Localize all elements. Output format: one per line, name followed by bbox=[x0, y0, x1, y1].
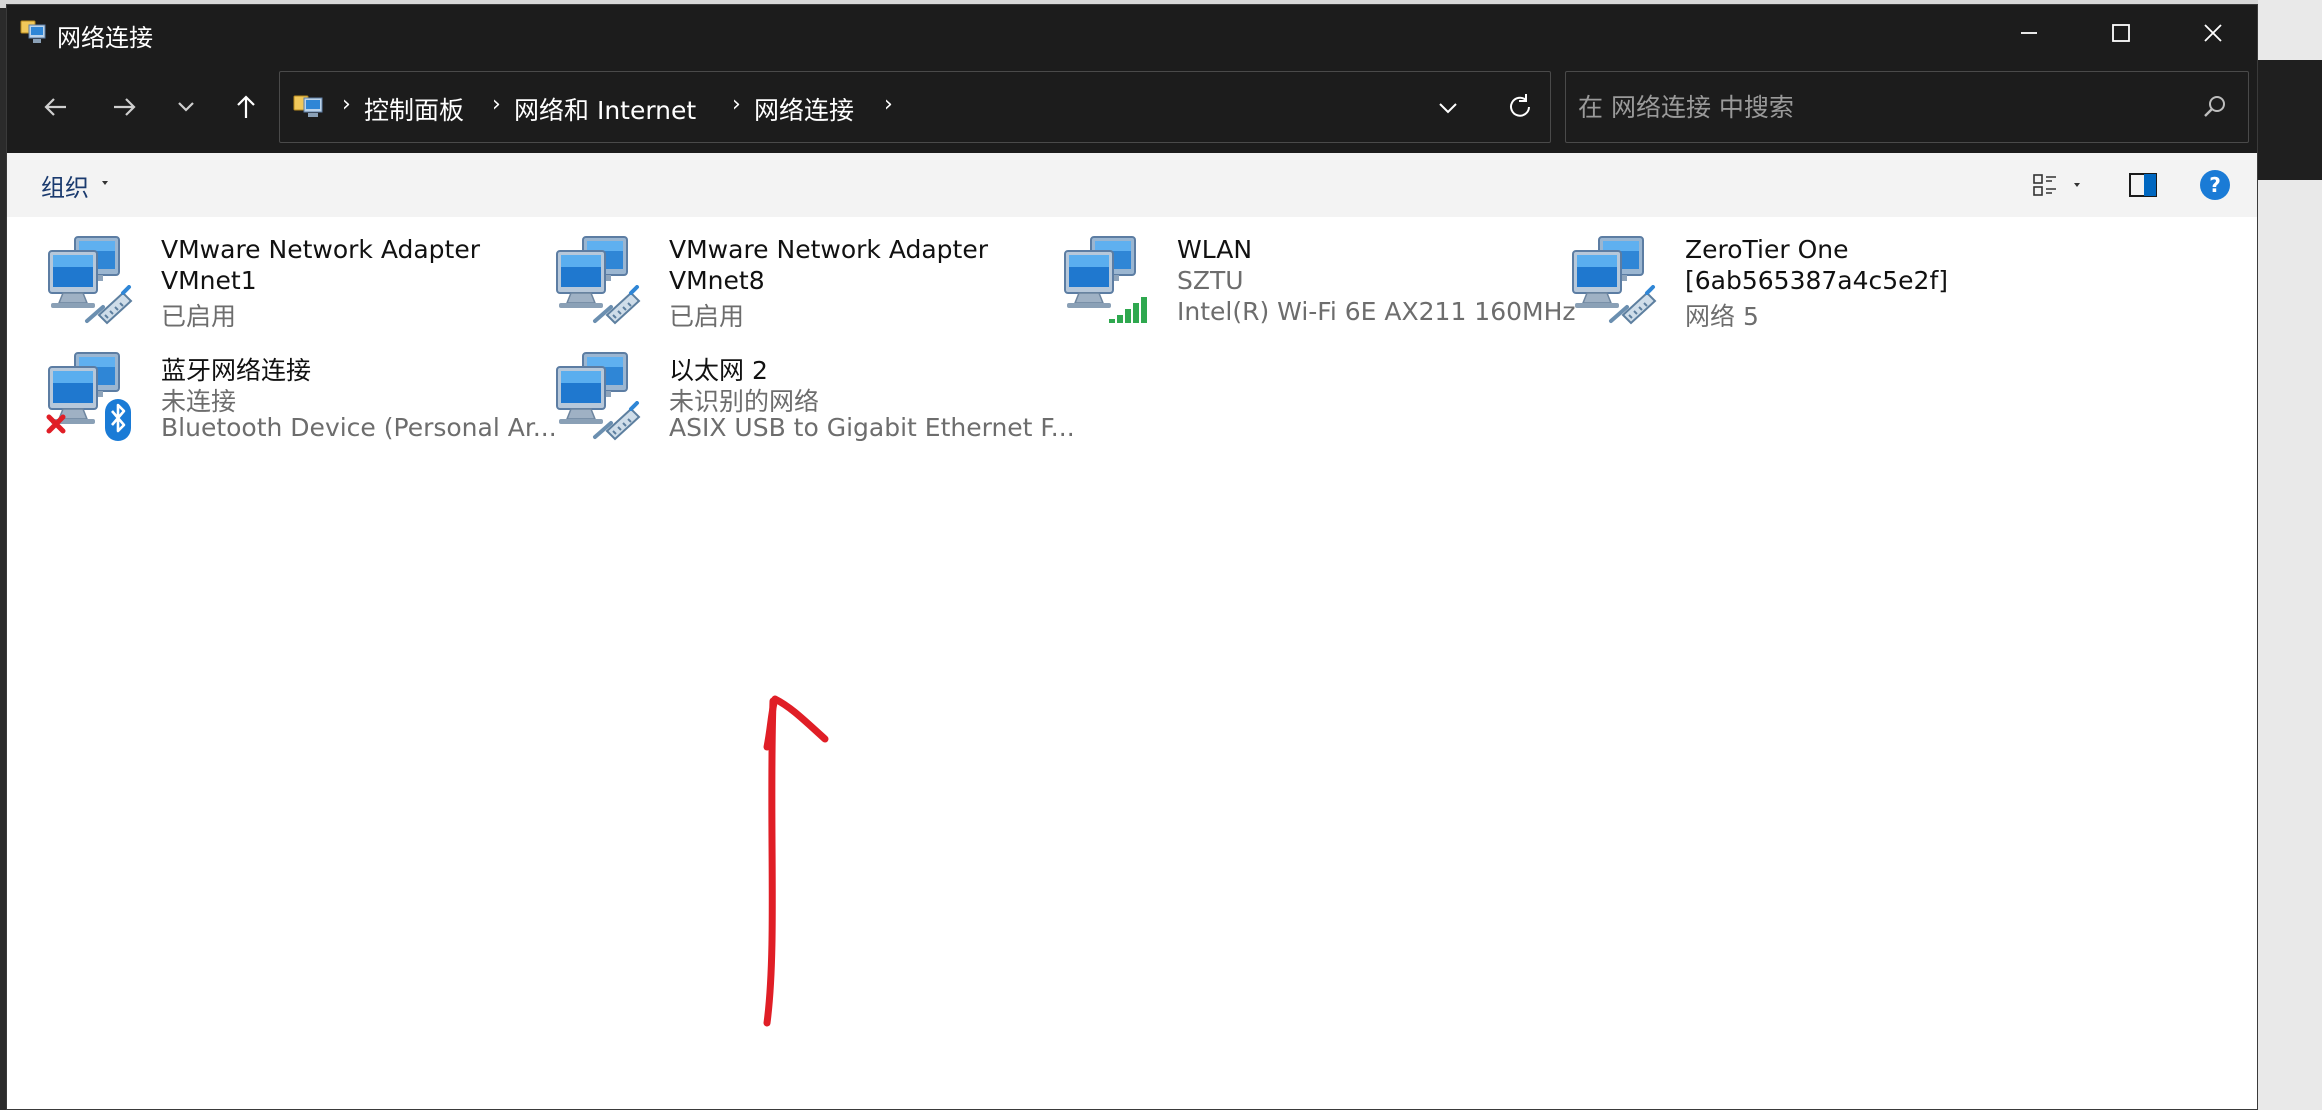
close-button[interactable] bbox=[2167, 5, 2257, 61]
maximize-button[interactable] bbox=[2075, 5, 2167, 61]
network-adapter-icon bbox=[45, 235, 133, 325]
dropdown-arrow-icon bbox=[102, 181, 108, 185]
network-adapter-icon bbox=[553, 235, 641, 325]
forward-button[interactable] bbox=[99, 85, 149, 129]
bluetooth-icon bbox=[105, 399, 131, 441]
connection-item-vmnet1[interactable]: VMware Network Adapter VMnet1 已启用 bbox=[19, 229, 519, 341]
minimize-button[interactable] bbox=[1983, 5, 2075, 61]
search-box[interactable] bbox=[1565, 71, 2249, 143]
maximize-icon bbox=[2112, 24, 2130, 42]
preview-pane-icon bbox=[2129, 173, 2157, 197]
refresh-icon[interactable] bbox=[1502, 89, 1538, 125]
up-button[interactable] bbox=[221, 85, 271, 129]
chevron-down-icon bbox=[178, 102, 194, 112]
help-icon: ? bbox=[2200, 170, 2230, 200]
breadcrumb-separator: › bbox=[492, 92, 501, 117]
signal-bars-icon bbox=[1109, 297, 1147, 323]
view-options-icon bbox=[2033, 174, 2080, 196]
command-bar: 组织 ? bbox=[7, 153, 2257, 218]
chevron-down-icon[interactable] bbox=[1430, 90, 1466, 126]
breadcrumb-control-panel[interactable]: 控制面板 bbox=[364, 91, 464, 127]
network-connections-window: 网络连接 › 控制面板 › 网络和 Internet › 网络连接 › 在 网络… bbox=[6, 4, 2258, 1110]
breadcrumb-separator[interactable]: › bbox=[884, 92, 893, 117]
connection-name-line2: [6ab565387a4c5e2f] bbox=[1685, 266, 1949, 295]
connection-name: ZeroTier One bbox=[1685, 235, 1849, 264]
connection-item-vmnet8[interactable]: VMware Network Adapter VMnet8 已启用 bbox=[527, 229, 1027, 341]
breadcrumb-network-connections[interactable]: 网络连接 bbox=[754, 91, 854, 127]
bluetooth-adapter-icon bbox=[46, 351, 131, 441]
connection-device: Intel(R) Wi-Fi 6E AX211 160MHz bbox=[1177, 297, 1576, 326]
breadcrumb-separator: › bbox=[732, 92, 741, 117]
background-window-bar bbox=[2258, 60, 2322, 180]
connection-item-zerotier[interactable]: ZeroTier One [6ab565387a4c5e2f] 网络 5 bbox=[1543, 229, 2043, 341]
connection-name: WLAN bbox=[1177, 235, 1253, 264]
connection-status: 网络 5 bbox=[1685, 302, 1759, 331]
arrow-right-icon bbox=[114, 98, 136, 116]
recent-locations-button[interactable] bbox=[161, 85, 211, 129]
close-icon bbox=[2204, 24, 2222, 42]
connection-item-ethernet-2[interactable]: 以太网 2 未识别的网络 ASIX USB to Gigabit Etherne… bbox=[527, 345, 1075, 457]
window-title: 网络连接 bbox=[57, 24, 153, 52]
connection-item-bluetooth[interactable]: 蓝牙网络连接 未连接 Bluetooth Device (Personal Ar… bbox=[19, 345, 557, 457]
breadcrumb-separator: › bbox=[342, 92, 351, 117]
help-button[interactable]: ? bbox=[2193, 165, 2237, 205]
preview-pane-button[interactable] bbox=[2121, 165, 2165, 205]
network-folder-icon bbox=[20, 20, 46, 43]
wifi-adapter-icon bbox=[1061, 235, 1147, 323]
breadcrumb-network-internet[interactable]: 网络和 Internet bbox=[514, 91, 696, 127]
svg-text:?: ? bbox=[2209, 173, 2221, 197]
annotation-arrow bbox=[763, 695, 829, 1027]
connection-item-wlan[interactable]: WLAN SZTU Intel(R) Wi-Fi 6E AX211 160MHz bbox=[1035, 229, 1576, 341]
change-view-button[interactable] bbox=[2023, 165, 2093, 205]
connection-device: Bluetooth Device (Personal Ar... bbox=[161, 413, 557, 442]
connection-device: ASIX USB to Gigabit Ethernet F... bbox=[669, 413, 1075, 442]
address-bar[interactable]: › 控制面板 › 网络和 Internet › 网络连接 › bbox=[279, 71, 1551, 143]
connection-name: VMware Network Adapter bbox=[669, 235, 989, 264]
arrow-up-icon bbox=[237, 95, 255, 118]
search-icon[interactable] bbox=[2200, 92, 2230, 122]
connection-name-line2: VMnet1 bbox=[161, 266, 257, 295]
arrow-left-icon bbox=[44, 98, 66, 116]
network-adapter-icon bbox=[553, 351, 641, 441]
connection-status: SZTU bbox=[1177, 266, 1244, 295]
organize-menu-button[interactable]: 组织 bbox=[41, 168, 89, 203]
network-adapter-icon bbox=[1569, 235, 1657, 325]
back-button[interactable] bbox=[31, 85, 81, 129]
connection-name-line2: VMnet8 bbox=[669, 266, 765, 295]
connections-list: VMware Network Adapter VMnet1 已启用 VMware… bbox=[7, 217, 2257, 1109]
title-bar[interactable]: 网络连接 bbox=[7, 5, 2257, 61]
connection-status: 已启用 bbox=[161, 302, 237, 331]
search-input[interactable] bbox=[1576, 86, 2180, 128]
minimize-icon bbox=[2021, 32, 2037, 34]
network-connections-icon bbox=[293, 95, 323, 117]
connection-name: VMware Network Adapter bbox=[161, 235, 481, 264]
connection-status: 已启用 bbox=[669, 302, 745, 331]
navigation-bar: › 控制面板 › 网络和 Internet › 网络连接 › bbox=[7, 61, 2257, 153]
